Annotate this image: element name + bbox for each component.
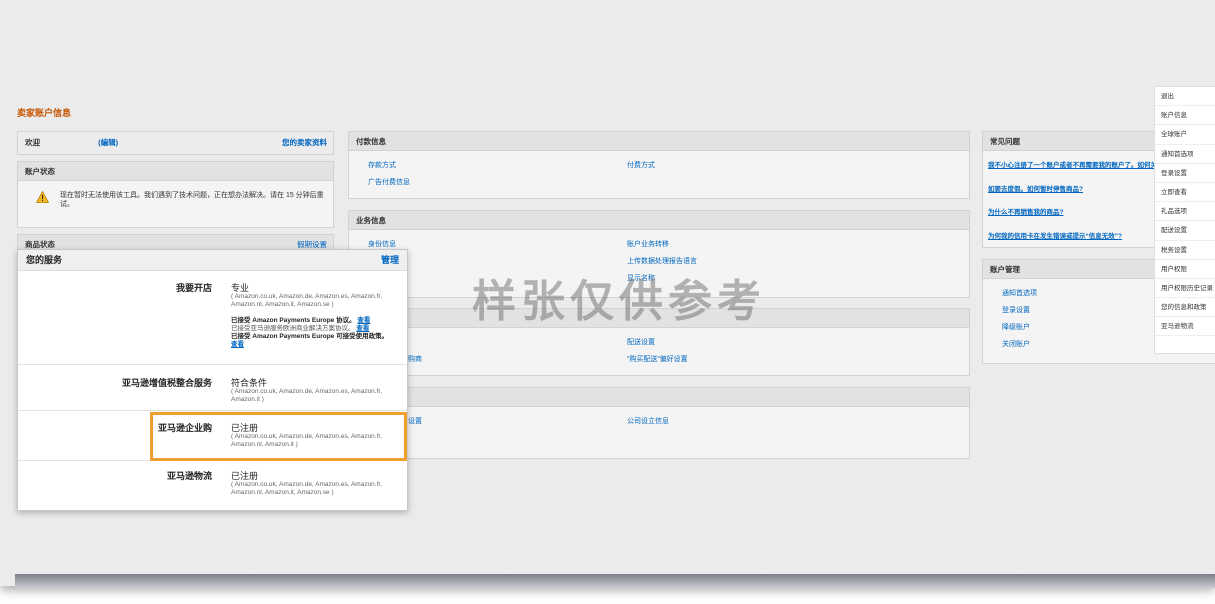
tax-header [349,388,969,407]
menu-item-view-now[interactable]: 立即查看 [1155,183,1215,203]
service-marketplaces: ( Amazon.co.uk, Amazon.de, Amazon.es, Am… [231,481,383,496]
account-transfer-link[interactable]: 账户业务转移 [627,239,669,249]
account-status-title: 账户状态 [18,162,333,181]
account-dropdown-menu: 退出 账户信息 全球账户 通知首选项 登录设置 立即查看 礼品选项 配送设置 税… [1154,86,1215,354]
faq-link-4[interactable]: 为何我的信用卡在发生错误或提示“信息无效”? [988,230,1122,240]
welcome-header: 欢迎 (编辑) 您的卖家资料 [18,132,333,154]
product-status-title: 商品状态 [25,240,55,249]
menu-item-user-permissions[interactable]: 用户权限 [1155,260,1215,279]
menu-item-notification-preferences[interactable]: 通知首选项 [1155,145,1215,164]
page-title: 卖家账户信息 [17,108,72,118]
menu-item-fba[interactable]: 亚马逊物流 [1155,317,1215,337]
account-status-panel: 账户状态 现在暂时无法使用该工具。我们遇到了技术问题，正在想办法解决。请在 15… [17,161,334,228]
view-agreement-link[interactable]: 查看 [231,341,244,348]
faq-link-1[interactable]: 我不小心注册了一个账户或者不再需要我的账户了。如何关… [988,159,1164,169]
agreement-note: 已接受 Amazon Payments Europe 可接受使用政策。 查看 [231,333,389,348]
warning-icon [36,191,49,203]
menu-item-login-settings[interactable]: 登录设置 [1155,164,1215,183]
menu-item-shipping-settings[interactable]: 配送设置 [1155,221,1215,241]
faq-link-3[interactable]: 为什么不再销售我的商品? [988,206,1063,216]
payment-info-title: 付款信息 [349,132,969,151]
tax-panel: …设置 公司设立信息 [348,387,970,459]
service-row-vat: 亚马逊增值税整合服务 符合条件 ( Amazon.co.uk, Amazon.d… [18,365,407,411]
menu-item-gift-options[interactable]: 礼品选项 [1155,202,1215,222]
agreement-note: 已接受 Amazon Payments Europe 协议。 查看 [231,317,371,324]
services-title: 您的服务 [26,255,63,265]
service-name: 亚马逊增值税整合服务 [121,378,212,388]
seller-profile-link[interactable]: 您的卖家资料 [282,132,327,154]
edit-link[interactable]: (编辑) [98,138,118,147]
service-row-sell: 我要开店 专业 ( Amazon.co.uk, Amazon.de, Amazo… [18,271,407,365]
welcome-panel: 欢迎 (编辑) 您的卖家资料 [17,131,334,155]
menu-item-permission-history[interactable]: 用户权限历史记录 [1155,279,1215,299]
login-settings-link[interactable]: 登录设置 [1002,305,1030,315]
menu-item-tax-settings[interactable]: 税务设置 [1155,241,1215,260]
close-account-link[interactable]: 关闭账户 [1002,339,1030,349]
company-info-link[interactable]: 公司设立信息 [627,416,669,426]
screen-bottom-edge [15,574,1215,588]
deposit-method-link[interactable]: 存款方式 [368,160,396,170]
manage-services-link[interactable]: 管理 [381,250,399,271]
service-agreements: 已接受 Amazon Payments Europe 协议。 查看 已接受亚马逊… [231,317,396,349]
payment-info-panel: 付款信息 存款方式 广告付费信息 付费方式 [348,131,970,199]
buy-shipping-preferences-link[interactable]: “购买配送”偏好设置 [627,354,688,364]
menu-item-info-and-policies[interactable]: 您的信息和政策 [1155,298,1215,318]
services-header: 您的服务 管理 [18,250,407,271]
notification-preferences-link[interactable]: 通知首选项 [1002,288,1037,298]
charge-method-link[interactable]: 付费方式 [627,160,655,170]
faq-link-2[interactable]: 如要去度假。如何暂时停售商品? [988,183,1083,193]
welcome-label: 欢迎 [25,138,40,147]
account-status-message: 现在暂时无法使用该工具。我们遇到了技术问题，正在想办法解决。请在 15 分钟后重… [60,192,324,208]
shipping-settings-link[interactable]: 配送设置 [627,337,655,347]
menu-item-global-accounts[interactable]: 全球账户 [1155,125,1215,145]
service-name: 亚马逊物流 [166,471,212,481]
identity-info-link[interactable]: 身份信息 [368,239,396,249]
downgrade-account-link[interactable]: 降级账户 [1002,322,1030,332]
service-name: 我要开店 [175,283,212,293]
service-marketplaces: ( Amazon.co.uk, Amazon.de, Amazon.es, Am… [231,388,383,403]
service-row-fba: 亚马逊物流 已注册 ( Amazon.co.uk, Amazon.de, Ama… [18,461,407,510]
highlight-box [150,412,407,461]
menu-item-logout[interactable]: 退出 [1155,87,1215,107]
sample-watermark: 样张仅供参考 [472,276,766,327]
agreement-note: 已接受亚马逊服务欧洲商业解决方案协议。 查看 [231,325,370,332]
ad-payment-info-link[interactable]: 广告付费信息 [368,177,410,187]
business-info-title: 业务信息 [349,211,969,230]
view-agreement-link[interactable]: 查看 [356,325,369,332]
service-marketplaces: ( Amazon.co.uk, Amazon.de, Amazon.es, Am… [231,293,383,308]
menu-item-account-info[interactable]: 账户信息 [1155,106,1215,126]
your-services-panel: 您的服务 管理 我要开店 专业 ( Amazon.co.uk, Amazon.d… [17,249,408,511]
view-agreement-link[interactable]: 查看 [357,317,370,324]
